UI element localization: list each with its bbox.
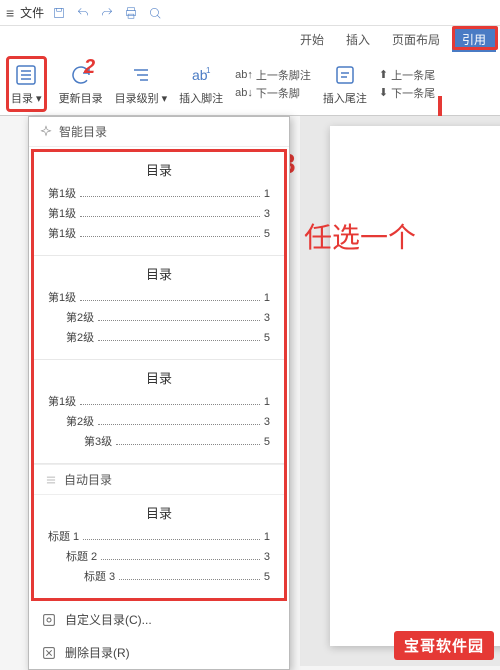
ribbon-tabs: 开始 插入 页面布局 引用 <box>0 26 500 52</box>
toc-dropdown: 智能目录 目录 第1级1 第1级3 第1级5 目录 第1级1 第2级3 第2级5… <box>28 116 290 670</box>
toc-label: 目录 ▾ <box>11 90 42 106</box>
qat-redo-icon[interactable] <box>98 4 116 22</box>
tab-layout[interactable]: 页面布局 <box>382 27 450 52</box>
prev-endnote[interactable]: ⬆上一条尾 <box>379 67 435 83</box>
toc-button[interactable]: 目录 ▾ <box>6 56 47 112</box>
qat-print-icon[interactable] <box>122 4 140 22</box>
document-area <box>300 116 500 666</box>
file-menu[interactable]: 文件 <box>20 4 44 21</box>
titlebar: ≡ 文件 <box>0 0 500 26</box>
endnote-icon <box>332 62 358 88</box>
delete-icon <box>41 645 57 661</box>
level-icon <box>128 62 154 88</box>
update-label: 更新目录 <box>59 90 103 106</box>
custom-icon <box>41 612 57 628</box>
endnote-nav: ⬆上一条尾 ⬇下一条尾 <box>379 67 435 101</box>
toc-template-1[interactable]: 目录 第1级1 第1级3 第1级5 <box>34 152 284 256</box>
endnote-label: 插入尾注 <box>323 90 367 106</box>
tab-start[interactable]: 开始 <box>290 27 334 52</box>
qat-preview-icon[interactable] <box>146 4 164 22</box>
footnote-label: 插入脚注 <box>179 90 223 106</box>
document-page[interactable] <box>330 126 500 646</box>
watermark: 宝哥软件园 <box>394 631 494 660</box>
toc-template-4[interactable]: 目录 标题 11 标题 23 标题 35 <box>34 495 284 598</box>
qat-save-icon[interactable] <box>50 4 68 22</box>
auto-toc-header: 自动目录 <box>34 464 284 495</box>
toc-icon <box>13 62 39 88</box>
level-label: 目录级别 ▾ <box>115 90 168 106</box>
svg-text:1: 1 <box>206 66 211 75</box>
custom-toc-item[interactable]: 自定义目录(C)... <box>29 603 289 636</box>
annotation-red-bar <box>438 96 442 118</box>
smart-toc-header: 智能目录 <box>29 117 289 147</box>
footnote-nav: ab↑上一条脚注 ab↓下一条脚 <box>235 67 311 101</box>
qat-undo-icon[interactable] <box>74 4 92 22</box>
update-toc-button[interactable]: 更新目录 <box>59 56 103 112</box>
next-endnote[interactable]: ⬇下一条尾 <box>379 85 435 101</box>
delete-toc-item[interactable]: 删除目录(R) <box>29 636 289 669</box>
insert-footnote-button[interactable]: ab1 插入脚注 <box>179 56 223 112</box>
prev-footnote[interactable]: ab↑上一条脚注 <box>235 67 311 83</box>
menu-icon[interactable]: ≡ <box>6 5 14 21</box>
tab-insert[interactable]: 插入 <box>336 27 380 52</box>
update-icon <box>68 62 94 88</box>
toc-templates: 目录 第1级1 第1级3 第1级5 目录 第1级1 第2级3 第2级5 目录 第… <box>31 149 287 601</box>
tpl-row: 第1级1 <box>48 185 270 201</box>
list-icon <box>44 473 58 487</box>
next-footnote[interactable]: ab↓下一条脚 <box>235 85 311 101</box>
footnote-icon: ab1 <box>188 62 214 88</box>
prev-footnote-icon: ab↑ <box>235 69 253 81</box>
tab-references[interactable]: 引用 <box>452 27 496 52</box>
next-footnote-icon: ab↓ <box>235 87 253 99</box>
toc-level-button[interactable]: 目录级别 ▾ <box>115 56 168 112</box>
toc-template-2[interactable]: 目录 第1级1 第2级3 第2级5 <box>34 256 284 360</box>
sparkle-icon <box>39 125 53 139</box>
insert-endnote-button[interactable]: 插入尾注 <box>323 56 367 112</box>
toc-template-3[interactable]: 目录 第1级1 第2级3 第3级5 <box>34 360 284 464</box>
ribbon: 目录 ▾ 更新目录 目录级别 ▾ ab1 插入脚注 ab↑上一条脚注 ab↓下一… <box>0 52 500 116</box>
